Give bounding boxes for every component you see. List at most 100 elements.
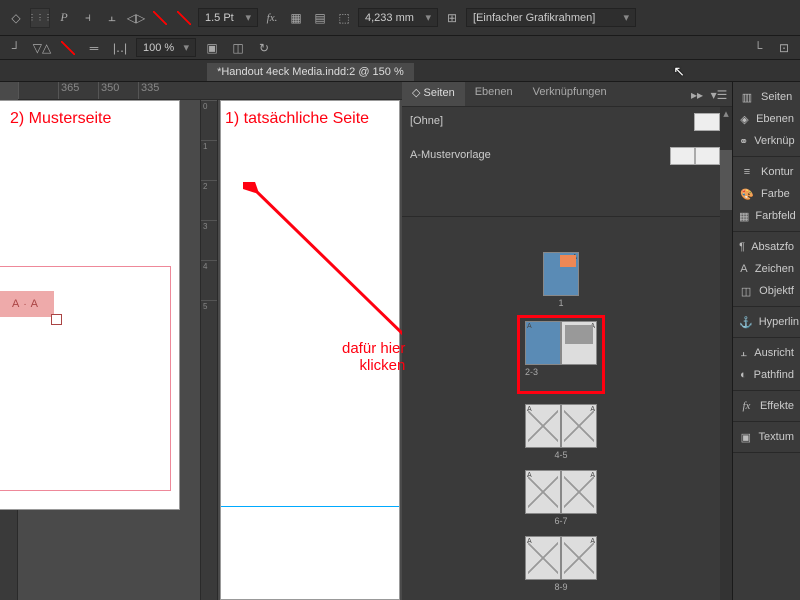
dock-ausricht[interactable]: ⫠Ausricht xyxy=(733,342,800,364)
spread-8-9[interactable]: A A 8-9 xyxy=(402,536,720,592)
spread-1[interactable]: A 1 xyxy=(402,252,720,308)
page-number-marker[interactable]: A · A xyxy=(0,291,54,317)
page-num-4-5: 4-5 xyxy=(554,450,567,460)
tab-verknuepfungen[interactable]: Verknüpfungen xyxy=(523,82,617,106)
measure-input[interactable]: 4,233 mm xyxy=(358,8,438,27)
wrap-bound-icon[interactable]: ◫ xyxy=(228,38,248,58)
annotation-click: dafür hier klicken xyxy=(342,340,405,374)
rotate-icon[interactable]: ↻ xyxy=(254,38,274,58)
no-stroke-icon[interactable] xyxy=(174,8,194,28)
page-thumb-7[interactable]: A xyxy=(561,470,597,514)
spread-2-3[interactable]: A A 2-3 xyxy=(402,318,720,394)
a-master-thumb[interactable] xyxy=(670,147,720,165)
hyperlink-icon: ⚓ xyxy=(739,315,753,329)
crop-icon[interactable]: ⬚ xyxy=(334,8,354,28)
color-icon: 🎨 xyxy=(739,187,755,201)
dock-textum[interactable]: ▣Textum xyxy=(733,426,800,448)
opacity-dropdown[interactable]: 100 % xyxy=(136,38,196,57)
anchor-point-icon[interactable]: ◇ xyxy=(6,8,26,28)
corner-options-icon[interactable]: └ xyxy=(748,38,768,58)
stroke-width-dropdown[interactable]: 1.5 Pt xyxy=(198,8,258,27)
page-thumb-6[interactable]: A xyxy=(525,470,561,514)
no-fill-icon[interactable] xyxy=(150,8,170,28)
wrap-none-icon[interactable]: ▣ xyxy=(202,38,222,58)
collapse-panel-icon[interactable]: ▸▸ xyxy=(687,85,707,105)
para-style-icon: ¶ xyxy=(739,240,745,254)
page-num-1: 1 xyxy=(558,298,563,308)
align-horiz-icon[interactable]: ⫞ xyxy=(78,8,98,28)
ref-point-grid[interactable]: ⋮⋮⋮ xyxy=(30,8,50,28)
align-vert-icon[interactable]: ⫠ xyxy=(102,8,122,28)
marker-A-left: A xyxy=(12,298,19,310)
frame-options-icon[interactable]: ⊞ xyxy=(442,8,462,28)
dock-absatz[interactable]: ¶Absatzfo xyxy=(733,236,800,258)
page-thumb-4[interactable]: A xyxy=(525,404,561,448)
dock-seiten[interactable]: ▥Seiten xyxy=(733,86,800,108)
horiz-guide xyxy=(221,506,399,507)
marker-A-right: A xyxy=(31,298,38,310)
master-page-view[interactable]: A · A xyxy=(0,100,180,510)
pages-scrollbar[interactable]: ▴ xyxy=(720,107,732,600)
panel-tab-bar: ◇ Seiten Ebenen Verknüpfungen ▸▸ ▾☰ xyxy=(402,82,732,107)
page-thumb-1[interactable]: A xyxy=(543,252,579,296)
layers-icon: ◈ xyxy=(739,112,750,126)
page-thumb-3[interactable]: A xyxy=(561,321,597,365)
corner-icon[interactable]: ┘ xyxy=(6,38,26,58)
none-master-label[interactable]: [Ohne] xyxy=(410,115,724,127)
frame-preset-dropdown[interactable]: [Einfacher Grafikrahmen] xyxy=(466,8,636,27)
dock-zeichen[interactable]: AZeichen xyxy=(733,258,800,280)
obj-style-icon: ◫ xyxy=(739,284,753,298)
document-tab[interactable]: *Handout 4eck Media.indd:2 @ 150 % xyxy=(207,63,414,81)
right-panel-dock: ▥Seiten ◈Ebenen ⚭Verknüp ≡Kontur 🎨Farbe … xyxy=(732,82,800,600)
page-num-8-9: 8-9 xyxy=(554,582,567,592)
dock-verknuep[interactable]: ⚭Verknüp xyxy=(733,130,800,152)
p-icon[interactable]: P xyxy=(54,8,74,28)
control-bar-1: ◇ ⋮⋮⋮ P ⫞ ⫠ ◁▷ 1.5 Pt fx. ▦ ▤ ⬚ 4,233 mm… xyxy=(0,0,800,36)
pages-list[interactable]: A 1 A A 2-3 A A 4-5 xyxy=(402,242,720,600)
dock-farbfeld[interactable]: ▦Farbfeld xyxy=(733,205,800,227)
links-icon: ⚭ xyxy=(739,134,748,148)
dock-farbe[interactable]: 🎨Farbe xyxy=(733,183,800,205)
page-thumb-8[interactable]: A xyxy=(525,536,561,580)
highlight-box: A A 2-3 xyxy=(517,315,605,394)
ruler-vertical-mid: 012345 xyxy=(200,100,218,600)
effects-icon: fx xyxy=(739,399,754,413)
arrow-up-icon[interactable]: ▴ xyxy=(720,107,732,120)
none-master-thumb[interactable] xyxy=(694,113,720,131)
spread-6-7[interactable]: A A 6-7 xyxy=(402,470,720,526)
gap-icon[interactable]: |‥| xyxy=(110,38,130,58)
marker-dot: · xyxy=(23,299,26,310)
annotation-page: 1) tatsächliche Seite xyxy=(225,110,369,128)
dock-effekte[interactable]: fxEffekte xyxy=(733,395,800,417)
dock-hyperlink[interactable]: ⚓Hyperlin xyxy=(733,311,800,333)
flip-horiz-icon[interactable]: ◁▷ xyxy=(126,8,146,28)
ruler-horizontal: 365350335 xyxy=(18,82,402,100)
control-bar-2: ┘ ▽△ ═ |‥| 100 % ▣ ◫ ↻ └ ⊡ xyxy=(0,36,800,60)
spread-4-5[interactable]: A A 4-5 xyxy=(402,404,720,460)
mouse-cursor: ↖ xyxy=(673,63,685,80)
align-icon: ⫠ xyxy=(739,346,748,360)
pages-panel: ◇ Seiten Ebenen Verknüpfungen ▸▸ ▾☰ [Ohn… xyxy=(402,82,732,600)
dock-ebenen[interactable]: ◈Ebenen xyxy=(733,108,800,130)
text-wrap-2-icon[interactable]: ▤ xyxy=(310,8,330,28)
panel-menu-icon[interactable]: ▾☰ xyxy=(709,85,729,105)
flip-v-icon[interactable]: ▽△ xyxy=(32,38,52,58)
tab-seiten[interactable]: ◇ Seiten xyxy=(402,82,465,106)
dock-objektf[interactable]: ◫Objektf xyxy=(733,280,800,302)
text-wrap-1-icon[interactable]: ▦ xyxy=(286,8,306,28)
page-thumb-5[interactable]: A xyxy=(561,404,597,448)
dock-pathfind[interactable]: ◐Pathfind xyxy=(733,364,800,386)
stroke-style-icon[interactable]: ═ xyxy=(84,38,104,58)
tab-ebenen[interactable]: Ebenen xyxy=(465,82,523,106)
stroke-icon: ≡ xyxy=(739,165,755,179)
swap-fill-stroke-icon[interactable] xyxy=(58,38,78,58)
page-thumb-9[interactable]: A xyxy=(561,536,597,580)
workspace: 365350335 012 012345 A · A 2) Musterseit… xyxy=(0,82,800,600)
frame-fit-icon[interactable]: ⊡ xyxy=(774,38,794,58)
page-num-6-7: 6-7 xyxy=(554,516,567,526)
master-pages-area[interactable]: [Ohne] A-Mustervorlage xyxy=(402,107,732,217)
scrollbar-thumb[interactable] xyxy=(720,150,732,210)
page-thumb-2[interactable]: A xyxy=(525,321,561,365)
fx-icon[interactable]: fx. xyxy=(262,8,282,28)
dock-kontur[interactable]: ≡Kontur xyxy=(733,161,800,183)
